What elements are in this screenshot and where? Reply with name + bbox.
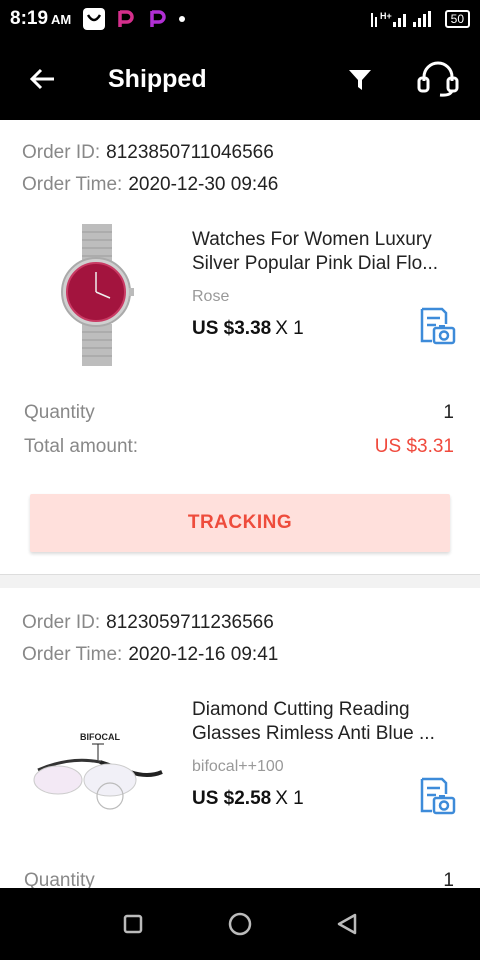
filter-icon bbox=[349, 70, 371, 90]
product-title-line-2[interactable]: Silver Popular Pink Dial Flo... bbox=[192, 252, 456, 276]
circle-nav-icon bbox=[228, 912, 252, 936]
quantity-value: 1 bbox=[443, 870, 454, 888]
order-time-label: Order Time: bbox=[22, 644, 123, 665]
back-nav-button[interactable] bbox=[322, 899, 372, 949]
status-ampm: AM bbox=[51, 12, 72, 27]
total-amount-value: US $3.31 bbox=[374, 436, 454, 457]
product-variant: bifocal++100 bbox=[192, 758, 284, 775]
filter-button[interactable] bbox=[338, 58, 382, 102]
status-bar: 8:19 AM H+ 50 bbox=[0, 0, 480, 38]
back-button[interactable] bbox=[12, 49, 72, 109]
product-variant: Rose bbox=[192, 288, 230, 305]
image-caption: BIFOCAL bbox=[80, 732, 120, 742]
notification-icons bbox=[83, 8, 186, 30]
p-app-icon bbox=[115, 8, 137, 30]
customer-service-button[interactable] bbox=[410, 54, 466, 104]
order-id-line: Order ID: 8123850711046566 bbox=[22, 142, 274, 164]
square-nav-icon bbox=[124, 914, 143, 934]
order-id-label: Order ID: bbox=[22, 142, 101, 163]
product-price: US $3.38 bbox=[192, 318, 272, 339]
order-time-line: Order Time: 2020-12-30 09:46 bbox=[22, 174, 278, 196]
home-button[interactable] bbox=[215, 899, 265, 949]
invoice-camera-icon[interactable] bbox=[416, 306, 456, 346]
order-time-line: Order Time: 2020-12-16 09:41 bbox=[22, 644, 278, 666]
order-card[interactable]: Order ID: 8123850711046566 Order Time: 202… bbox=[0, 120, 480, 574]
order-divider bbox=[0, 574, 480, 588]
back-arrow-icon bbox=[29, 68, 54, 90]
product-title-line-2[interactable]: Glasses Rimless Anti Blue ... bbox=[192, 722, 456, 746]
order-time-value: 2020-12-30 09:46 bbox=[128, 174, 279, 195]
order-id-line: Order ID: 8123059711236566 bbox=[22, 612, 274, 634]
order-card[interactable]: Order ID: 8123059711236566 Order Time: 202… bbox=[0, 588, 480, 888]
product-image-watch[interactable] bbox=[30, 220, 164, 370]
status-time-value: 8:19 bbox=[10, 8, 49, 29]
order-id-value: 8123059711236566 bbox=[106, 612, 274, 633]
app-bar: Shipped bbox=[0, 38, 480, 120]
recents-button[interactable] bbox=[108, 899, 158, 949]
quantity-label: Quantity bbox=[24, 402, 95, 423]
status-right: H+ 50 bbox=[369, 9, 470, 29]
invoice-camera-icon[interactable] bbox=[416, 776, 456, 816]
product-price: US $2.58 bbox=[192, 788, 272, 809]
p-app-icon-2 bbox=[147, 8, 169, 30]
tracking-button[interactable]: TRACKING bbox=[30, 494, 450, 552]
product-qty: X 1 bbox=[275, 318, 304, 339]
status-time: 8:19 AM bbox=[10, 8, 71, 30]
quantity-value: 1 bbox=[443, 402, 454, 423]
orders-list[interactable]: Order ID: 8123850711046566 Order Time: 202… bbox=[0, 120, 480, 888]
quantity-label: Quantity bbox=[24, 870, 95, 888]
page-title: Shipped bbox=[108, 64, 207, 93]
product-title-line-1[interactable]: Watches For Women Luxury bbox=[192, 228, 456, 252]
product-image-glasses[interactable]: BIFOCAL bbox=[30, 692, 164, 842]
order-time-label: Order Time: bbox=[22, 174, 123, 195]
product-price-line: US $3.38 X 1 bbox=[192, 318, 304, 340]
battery-icon: 50 bbox=[444, 10, 470, 28]
app-notification-icon bbox=[83, 8, 106, 30]
system-nav-bar bbox=[0, 888, 480, 960]
headset-icon bbox=[417, 61, 459, 97]
order-id-label: Order ID: bbox=[22, 612, 101, 633]
order-time-value: 2020-12-16 09:41 bbox=[128, 644, 279, 665]
product-qty: X 1 bbox=[275, 788, 304, 809]
product-title-line-1[interactable]: Diamond Cutting Reading bbox=[192, 698, 456, 722]
total-amount-label: Total amount: bbox=[24, 436, 139, 457]
svg-text:H+: H+ bbox=[380, 11, 392, 21]
product-price-line: US $2.58 X 1 bbox=[192, 788, 304, 810]
triangle-nav-icon bbox=[337, 913, 356, 935]
signal-icon: H+ bbox=[370, 11, 431, 27]
dot-icon bbox=[179, 16, 186, 22]
order-id-value: 8123850711046566 bbox=[106, 142, 274, 163]
